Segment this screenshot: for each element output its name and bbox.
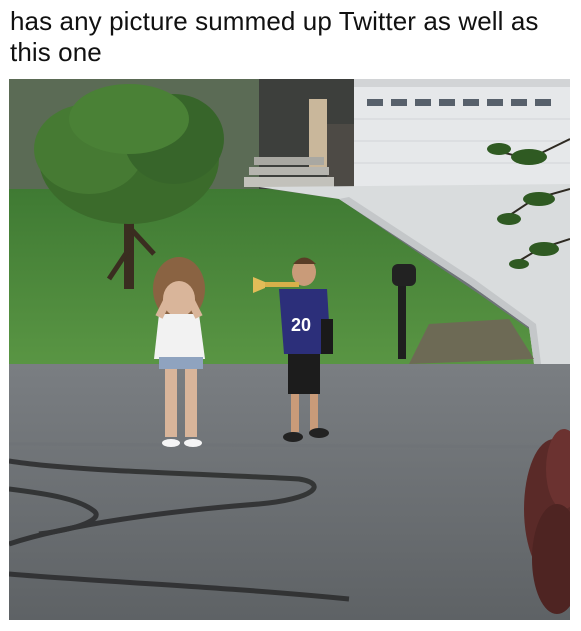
post-caption: has any picture summed up Twitter as wel… (10, 6, 539, 67)
meme-photo: 20 (9, 79, 570, 620)
meme-photo-illustration: 20 (9, 79, 570, 620)
jersey-number: 20 (291, 315, 311, 335)
garage-door (354, 79, 570, 187)
